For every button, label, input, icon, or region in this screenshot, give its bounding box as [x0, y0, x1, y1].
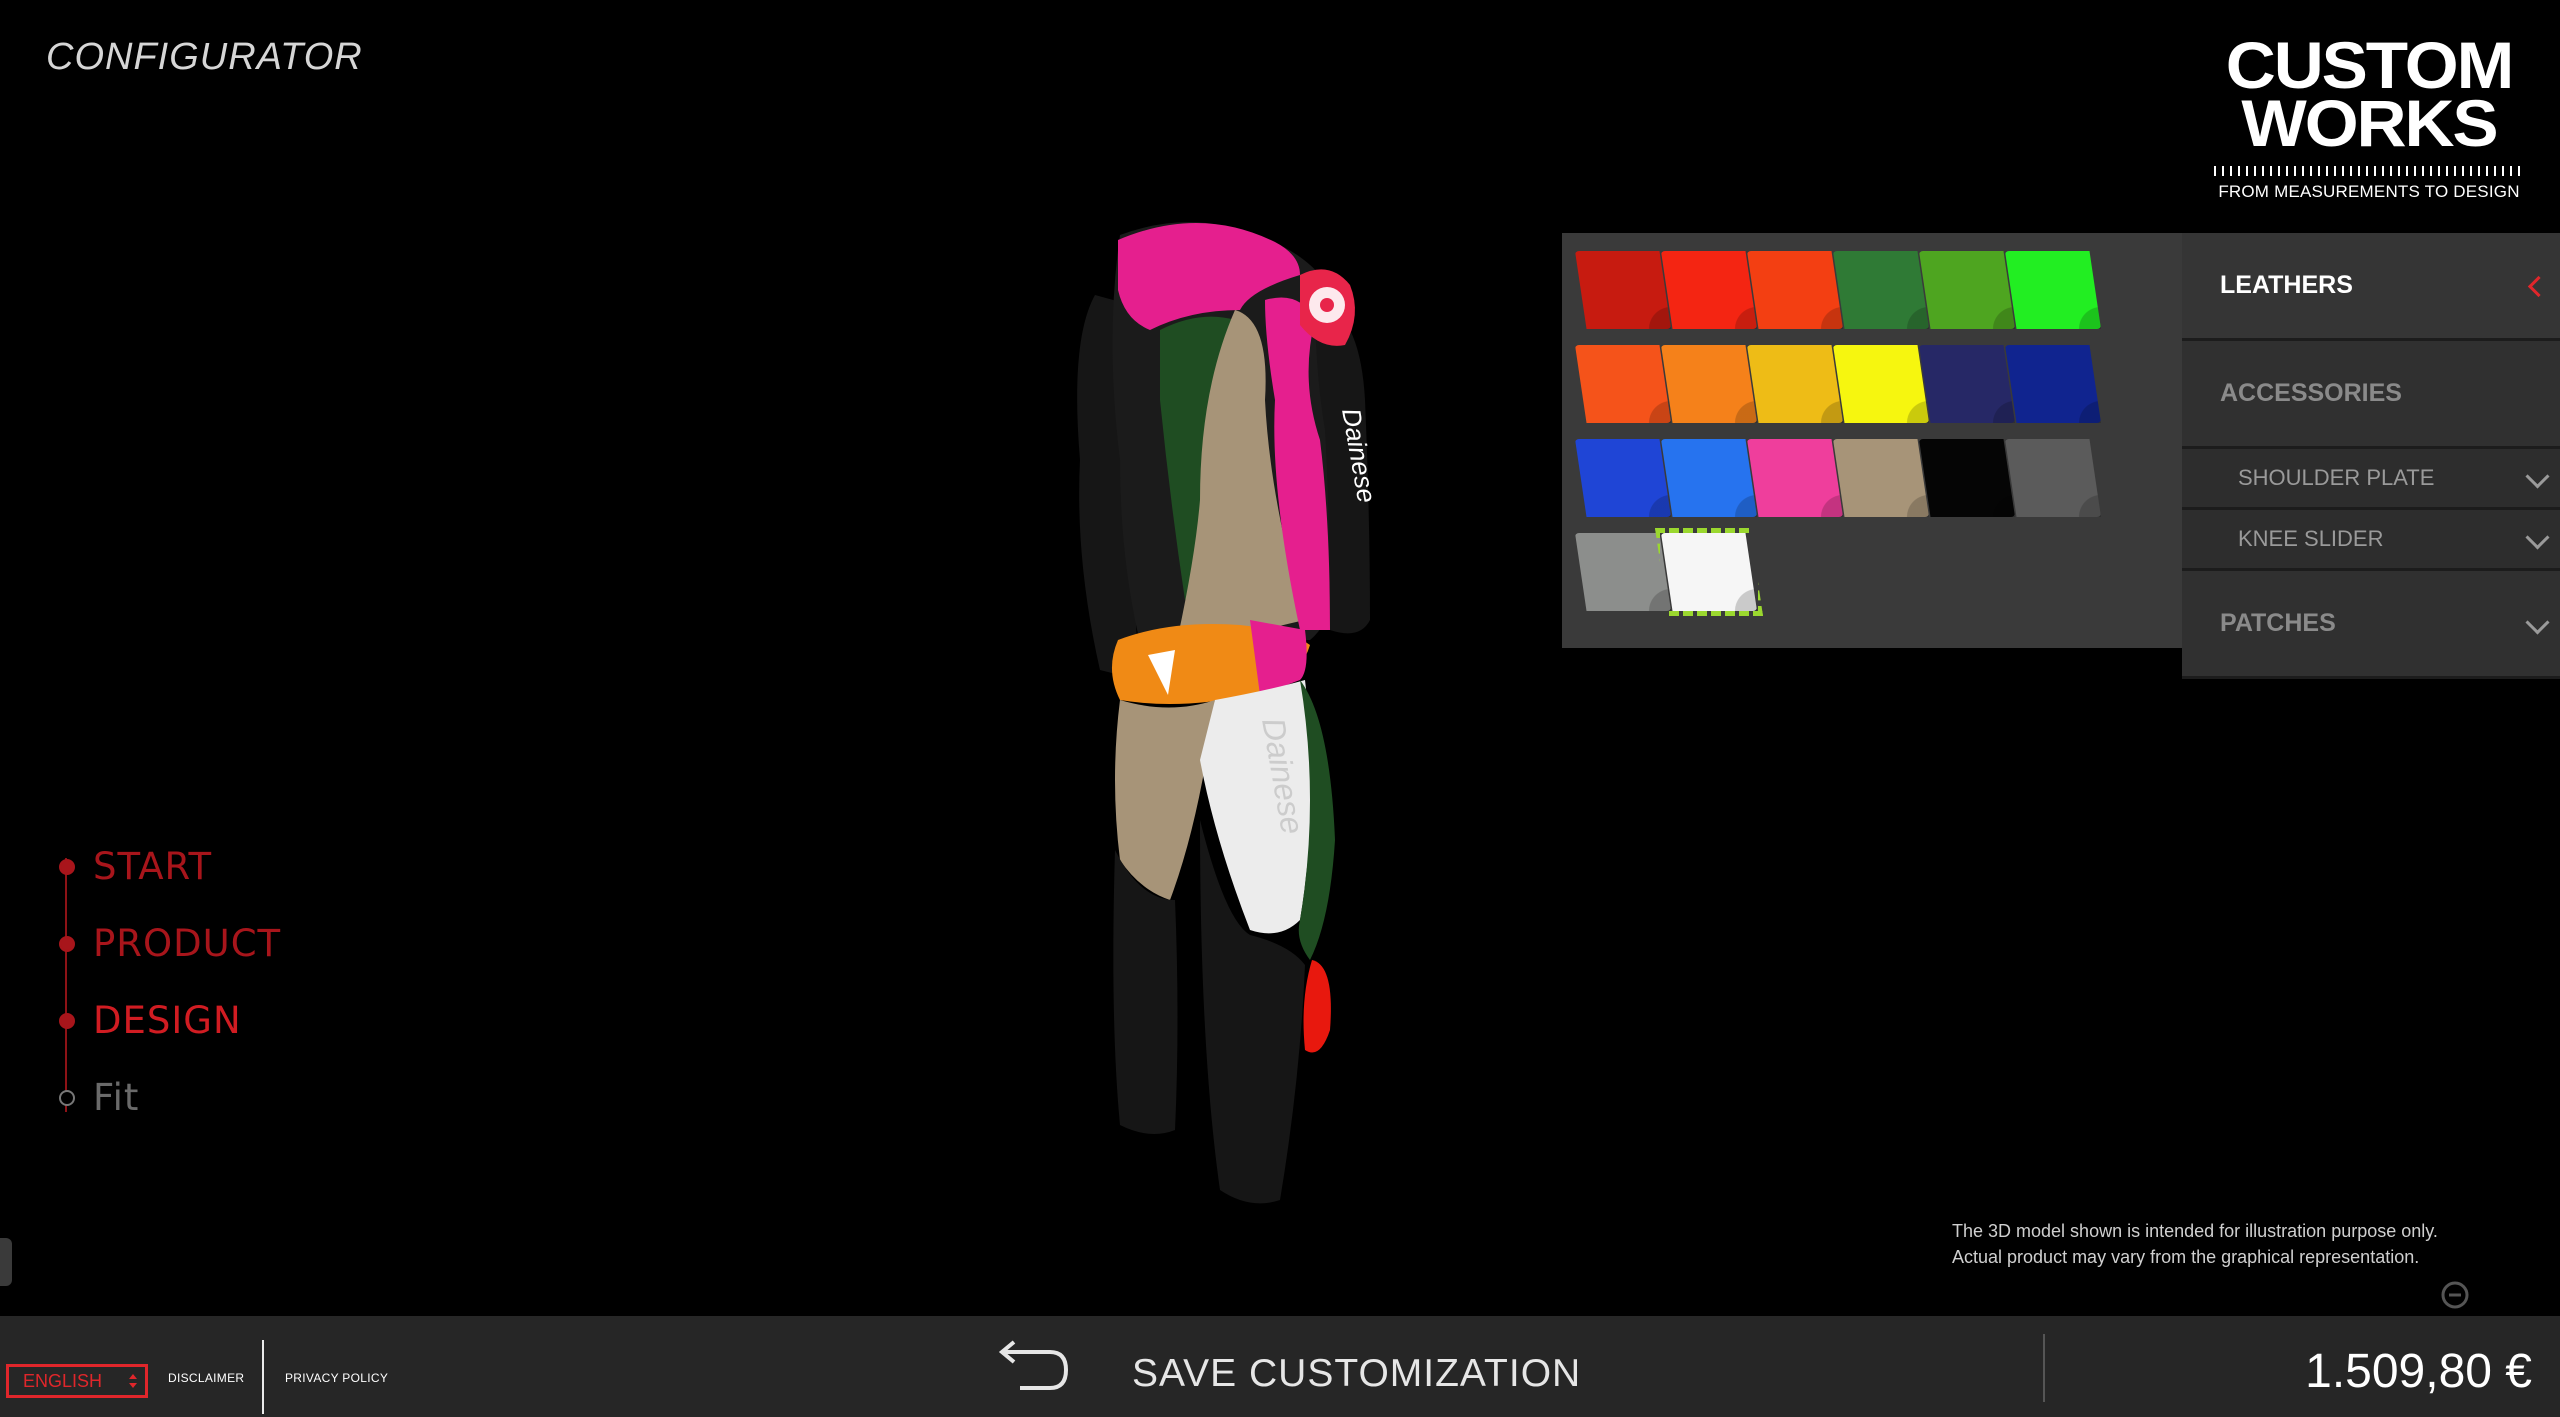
logo-line-works: WORKS [2241, 86, 2498, 160]
color-swatch[interactable] [2005, 251, 2101, 329]
menu-knee-slider-label: KNEE SLIDER [2238, 526, 2384, 551]
language-select-value: ENGLISH [23, 1371, 103, 1391]
step-dot [59, 858, 75, 875]
logo-ruler [2214, 166, 2522, 176]
menu-leathers-label: LEATHERS [2220, 271, 2353, 299]
footer-divider [262, 1340, 264, 1414]
progress-steps: START PRODUCT DESIGN Fit [56, 828, 281, 1136]
color-swatch[interactable] [1747, 345, 1843, 423]
footer-divider [2043, 1334, 2045, 1402]
logo-tagline: FROM MEASUREMENTS TO DESIGN [2218, 182, 2520, 201]
color-swatch[interactable] [1661, 251, 1757, 329]
language-select[interactable]: ENGLISH [6, 1364, 148, 1398]
total-price: 1.509,80 € [2305, 1345, 2532, 1398]
color-swatch[interactable] [1575, 251, 1671, 329]
color-swatch[interactable] [1575, 345, 1671, 423]
disclaimer-link[interactable]: DISCLAIMER [168, 1371, 244, 1385]
color-swatch[interactable] [1661, 345, 1757, 423]
color-swatch[interactable] [1919, 251, 2015, 329]
step-label: PRODUCT [93, 922, 282, 965]
step-dot [59, 935, 75, 952]
color-swatch[interactable] [1747, 251, 1843, 329]
leather-color-palette [1562, 233, 2182, 648]
menu-knee-slider[interactable]: KNEE SLIDER [2182, 510, 2560, 571]
save-customization-button[interactable]: SAVE CUSTOMIZATION [1132, 1352, 1581, 1396]
step-design[interactable]: DESIGN [56, 982, 281, 1059]
chevron-down-icon [2525, 464, 2550, 489]
color-swatch[interactable] [1575, 439, 1671, 517]
menu-leathers[interactable]: LEATHERS [2182, 233, 2560, 341]
color-swatch[interactable] [1661, 439, 1757, 517]
step-label: Fit [93, 1076, 140, 1119]
chevron-left-icon [2527, 275, 2550, 297]
menu-accessories-label: ACCESSORIES [2220, 379, 2402, 407]
step-dot [59, 1012, 75, 1029]
step-label: DESIGN [93, 999, 242, 1042]
select-arrows-icon [129, 1374, 137, 1388]
footer-bar: ENGLISH DISCLAIMER PRIVACY POLICY SAVE C… [0, 1316, 2560, 1417]
color-swatch[interactable] [2005, 345, 2101, 423]
color-swatch[interactable] [1919, 439, 2015, 517]
step-dot [59, 1089, 75, 1106]
color-swatch[interactable] [1833, 439, 1929, 517]
color-swatch[interactable] [2005, 439, 2101, 517]
color-swatch[interactable] [1575, 533, 1671, 611]
left-edge-tab[interactable] [0, 1238, 12, 1286]
brand-e-icon [2441, 1281, 2469, 1309]
menu-patches[interactable]: PATCHES [2182, 571, 2560, 679]
configurator-title: CONFIGURATOR [46, 36, 363, 78]
illustration-disclaimer: The 3D model shown is intended for illus… [1952, 1218, 2438, 1270]
color-swatch[interactable] [1661, 533, 1757, 611]
color-swatch[interactable] [1919, 345, 2015, 423]
menu-patches-label: PATCHES [2220, 609, 2336, 637]
menu-shoulder-plate-label: SHOULDER PLATE [2238, 465, 2435, 490]
chevron-down-icon [2525, 609, 2550, 635]
step-start[interactable]: START [56, 828, 281, 905]
color-swatch[interactable] [1833, 251, 1929, 329]
custom-works-logo[interactable]: CUSTOM WORKS FROM MEASUREMENTS TO DESIGN [2214, 32, 2524, 202]
color-swatch[interactable] [1833, 345, 1929, 423]
menu-shoulder-plate[interactable]: SHOULDER PLATE [2182, 449, 2560, 510]
step-label: START [93, 845, 213, 888]
chevron-down-icon [2525, 525, 2550, 550]
disclaimer-line-1: The 3D model shown is intended for illus… [1952, 1221, 2438, 1241]
suit-3d-model[interactable]: Dainese Dainese [1000, 200, 1450, 1240]
privacy-policy-link[interactable]: PRIVACY POLICY [285, 1371, 388, 1385]
color-swatch[interactable] [1747, 439, 1843, 517]
side-menu: LEATHERS ACCESSORIES SHOULDER PLATE KNEE… [2182, 233, 2560, 679]
step-product[interactable]: PRODUCT [56, 905, 281, 982]
menu-accessories[interactable]: ACCESSORIES [2182, 341, 2560, 449]
disclaimer-line-2: Actual product may vary from the graphic… [1952, 1247, 2420, 1267]
undo-arrow-icon[interactable] [990, 1336, 1070, 1396]
step-fit[interactable]: Fit [56, 1059, 281, 1136]
